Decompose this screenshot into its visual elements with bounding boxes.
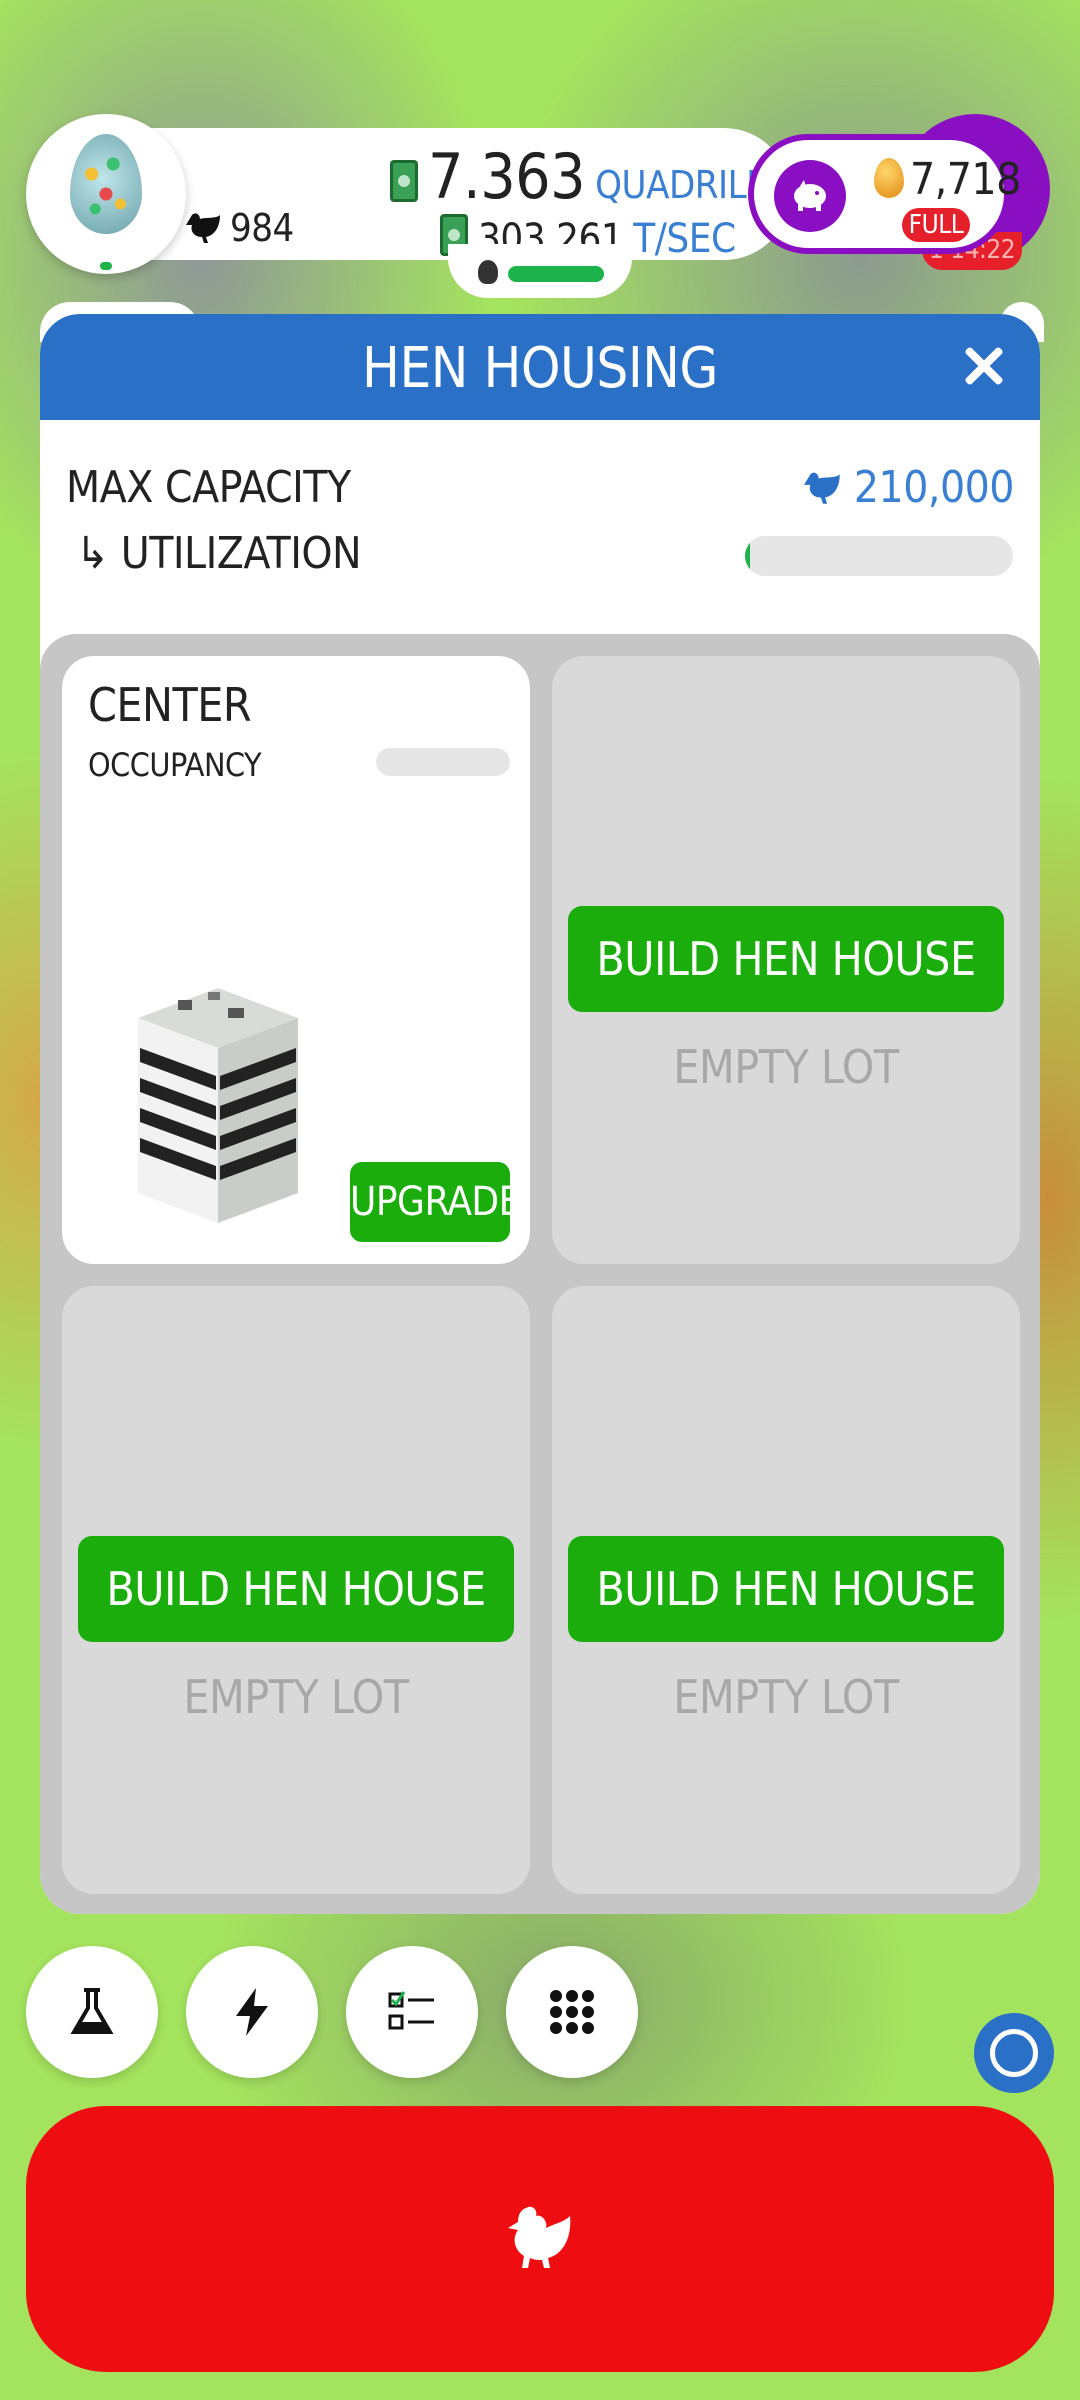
hatchery-tab[interactable] — [448, 244, 632, 298]
build-hen-house-button[interactable]: BUILD HEN HOUSE — [78, 1536, 514, 1642]
cash-icon — [390, 160, 418, 202]
empty-lot-label: EMPTY LOT — [673, 1670, 899, 1724]
chicken-icon — [186, 213, 220, 243]
chicken-count: 984 — [186, 206, 294, 250]
piggy-bank-icon — [774, 160, 846, 232]
empty-lot: BUILD HEN HOUSE EMPTY LOT — [62, 1286, 530, 1894]
hatchery-chick-icon — [478, 260, 498, 284]
checklist-icon — [388, 1991, 434, 2030]
max-capacity-number: 210,000 — [853, 462, 1015, 513]
cash-rate-unit: T/SEC — [633, 216, 736, 262]
upgrade-button[interactable]: UPGRADE — [350, 1162, 521, 1242]
occupancy-bar — [376, 748, 510, 776]
current-egg-button[interactable] — [26, 114, 186, 274]
chicken-count-value: 984 — [230, 206, 294, 250]
egg-icon — [70, 134, 142, 234]
empty-lot: BUILD HEN HOUSE EMPTY LOT — [552, 656, 1020, 1264]
piggy-bank-button[interactable]: 7,718 FULL — [748, 134, 1021, 254]
cash-value: 7.363 — [428, 140, 586, 213]
hatch-chicken-button[interactable] — [26, 2106, 1054, 2372]
max-capacity-label: MAX CAPACITY — [66, 462, 351, 513]
build-hen-house-button[interactable]: BUILD HEN HOUSE — [568, 1536, 1004, 1642]
piggy-egg-count: 7,718 — [910, 154, 1021, 205]
utilization-fill — [745, 536, 751, 576]
empty-lot-label: EMPTY LOT — [673, 1040, 899, 1094]
camera-toggle-button[interactable] — [974, 2013, 1054, 2093]
dialog-title: HEN HOUSING — [362, 336, 718, 401]
missions-button[interactable] — [346, 1946, 478, 2078]
golden-egg-icon — [874, 158, 904, 198]
max-capacity-value: 210,000 — [803, 462, 1015, 513]
egg-indicator — [100, 262, 112, 270]
close-button[interactable] — [956, 338, 1012, 394]
piggy-full-badge: FULL — [902, 208, 970, 242]
hen-house-building-image — [138, 988, 298, 1223]
build-hen-house-button[interactable]: BUILD HEN HOUSE — [568, 906, 1004, 1012]
grid-menu-icon — [550, 1990, 594, 2034]
boosts-button[interactable] — [186, 1946, 318, 2078]
flask-icon — [70, 1988, 114, 2034]
empty-lot: BUILD HEN HOUSE EMPTY LOT — [552, 1286, 1020, 1894]
occupancy-label: OCCUPANCY — [88, 746, 262, 784]
chicken-icon — [803, 472, 840, 504]
lot-grid: CENTER OCCUPANCY UPGRADE BUILD HEN HOUSE… — [40, 634, 1040, 1914]
utilization-label: ↳ UTILIZATION — [76, 528, 362, 579]
utilization-bar — [745, 536, 1013, 576]
main-menu-button[interactable] — [506, 1946, 638, 2078]
empty-lot-label: EMPTY LOT — [183, 1670, 409, 1724]
hen-housing-dialog: HEN HOUSING MAX CAPACITY ↳ UTILIZATION 2… — [40, 314, 1040, 1914]
lightning-icon — [236, 1988, 268, 2036]
hatchery-progress-bar — [508, 266, 604, 282]
hen-house-center[interactable]: CENTER OCCUPANCY UPGRADE — [62, 656, 530, 1264]
dialog-header: HEN HOUSING — [40, 314, 1040, 420]
hen-house-name: CENTER — [88, 678, 252, 732]
chicken-icon — [508, 2206, 571, 2268]
research-button[interactable] — [26, 1946, 158, 2078]
